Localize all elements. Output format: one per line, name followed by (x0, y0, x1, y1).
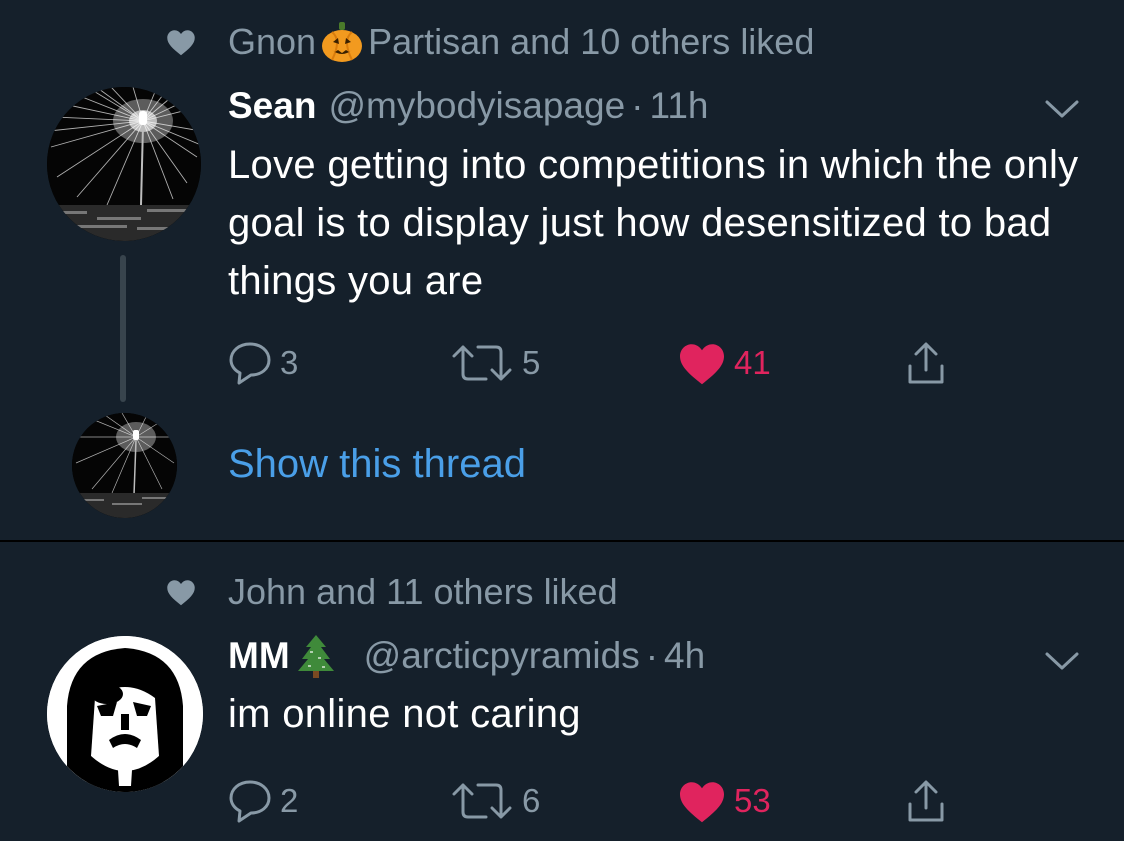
share-icon (908, 780, 944, 822)
heart-icon (167, 580, 195, 606)
tweet-text: im online not caring (228, 692, 581, 736)
reply-count: 3 (280, 344, 299, 381)
tweet-card[interactable]: Gnon Partisan and 10 others liked Sean @… (0, 0, 1124, 540)
share-icon (908, 342, 944, 384)
tweet-header: Sean @mybodyisapage · 11h (228, 80, 709, 132)
like-count: 53 (734, 782, 771, 819)
reply-button[interactable]: 3 (228, 340, 298, 386)
heart-icon (167, 30, 195, 56)
retweet-count: 5 (522, 344, 541, 381)
share-button[interactable] (904, 778, 956, 826)
retweet-button[interactable]: 5 (450, 340, 540, 386)
like-button[interactable]: 41 (678, 340, 771, 386)
tweet-actions: 3 5 41 (228, 340, 968, 390)
user-handle[interactable]: @mybodyisapage (328, 85, 625, 127)
show-thread-link[interactable]: Show this thread (228, 442, 526, 487)
evergreen-tree-icon (297, 635, 334, 678)
display-name[interactable]: MM (228, 635, 290, 677)
share-button[interactable] (904, 340, 956, 388)
tweet-text: Love getting into competitions in which … (228, 143, 1079, 303)
reply-button[interactable]: 2 (228, 778, 298, 824)
separator: · (645, 635, 659, 676)
separator: · (631, 85, 644, 126)
avatar-image (47, 636, 203, 792)
retweet-icon (452, 345, 512, 381)
tweet-header: MM @arcticpyramids · 4h (228, 630, 705, 682)
social-context-text[interactable]: John and 11 others liked (228, 571, 618, 613)
liker-name[interactable]: Gnon (228, 21, 316, 63)
social-context: Gnon Partisan and 10 others liked (166, 20, 814, 64)
reply-icon (229, 780, 271, 823)
avatar-image (47, 87, 201, 241)
heart-filled-icon (680, 782, 724, 823)
heart-filled-icon (680, 344, 724, 385)
avatar[interactable] (47, 636, 203, 792)
timestamp[interactable]: 11h (650, 85, 709, 127)
retweet-count: 6 (522, 782, 541, 819)
retweet-button[interactable]: 6 (450, 778, 540, 824)
retweet-icon (452, 783, 512, 819)
avatar-image (72, 413, 177, 518)
display-name[interactable]: Sean (228, 85, 316, 127)
tweet-card[interactable]: John and 11 others liked MM @arcticpyram… (0, 542, 1124, 841)
timestamp[interactable]: 4h (664, 635, 705, 677)
avatar[interactable] (47, 87, 201, 241)
like-button[interactable]: 53 (678, 778, 771, 824)
reply-count: 2 (280, 782, 299, 819)
reply-icon (229, 342, 271, 385)
social-context: John and 11 others liked (166, 570, 618, 614)
like-count: 41 (734, 344, 771, 381)
social-context-text[interactable]: Partisan and 10 others liked (368, 21, 814, 63)
tweet-actions: 2 6 53 (228, 778, 968, 828)
thread-connector (120, 255, 126, 402)
pumpkin-icon (322, 22, 363, 62)
thread-avatar[interactable] (72, 413, 177, 518)
user-handle[interactable]: @arcticpyramids (364, 635, 640, 677)
chevron-down-icon[interactable] (1044, 650, 1080, 672)
chevron-down-icon[interactable] (1044, 98, 1080, 120)
